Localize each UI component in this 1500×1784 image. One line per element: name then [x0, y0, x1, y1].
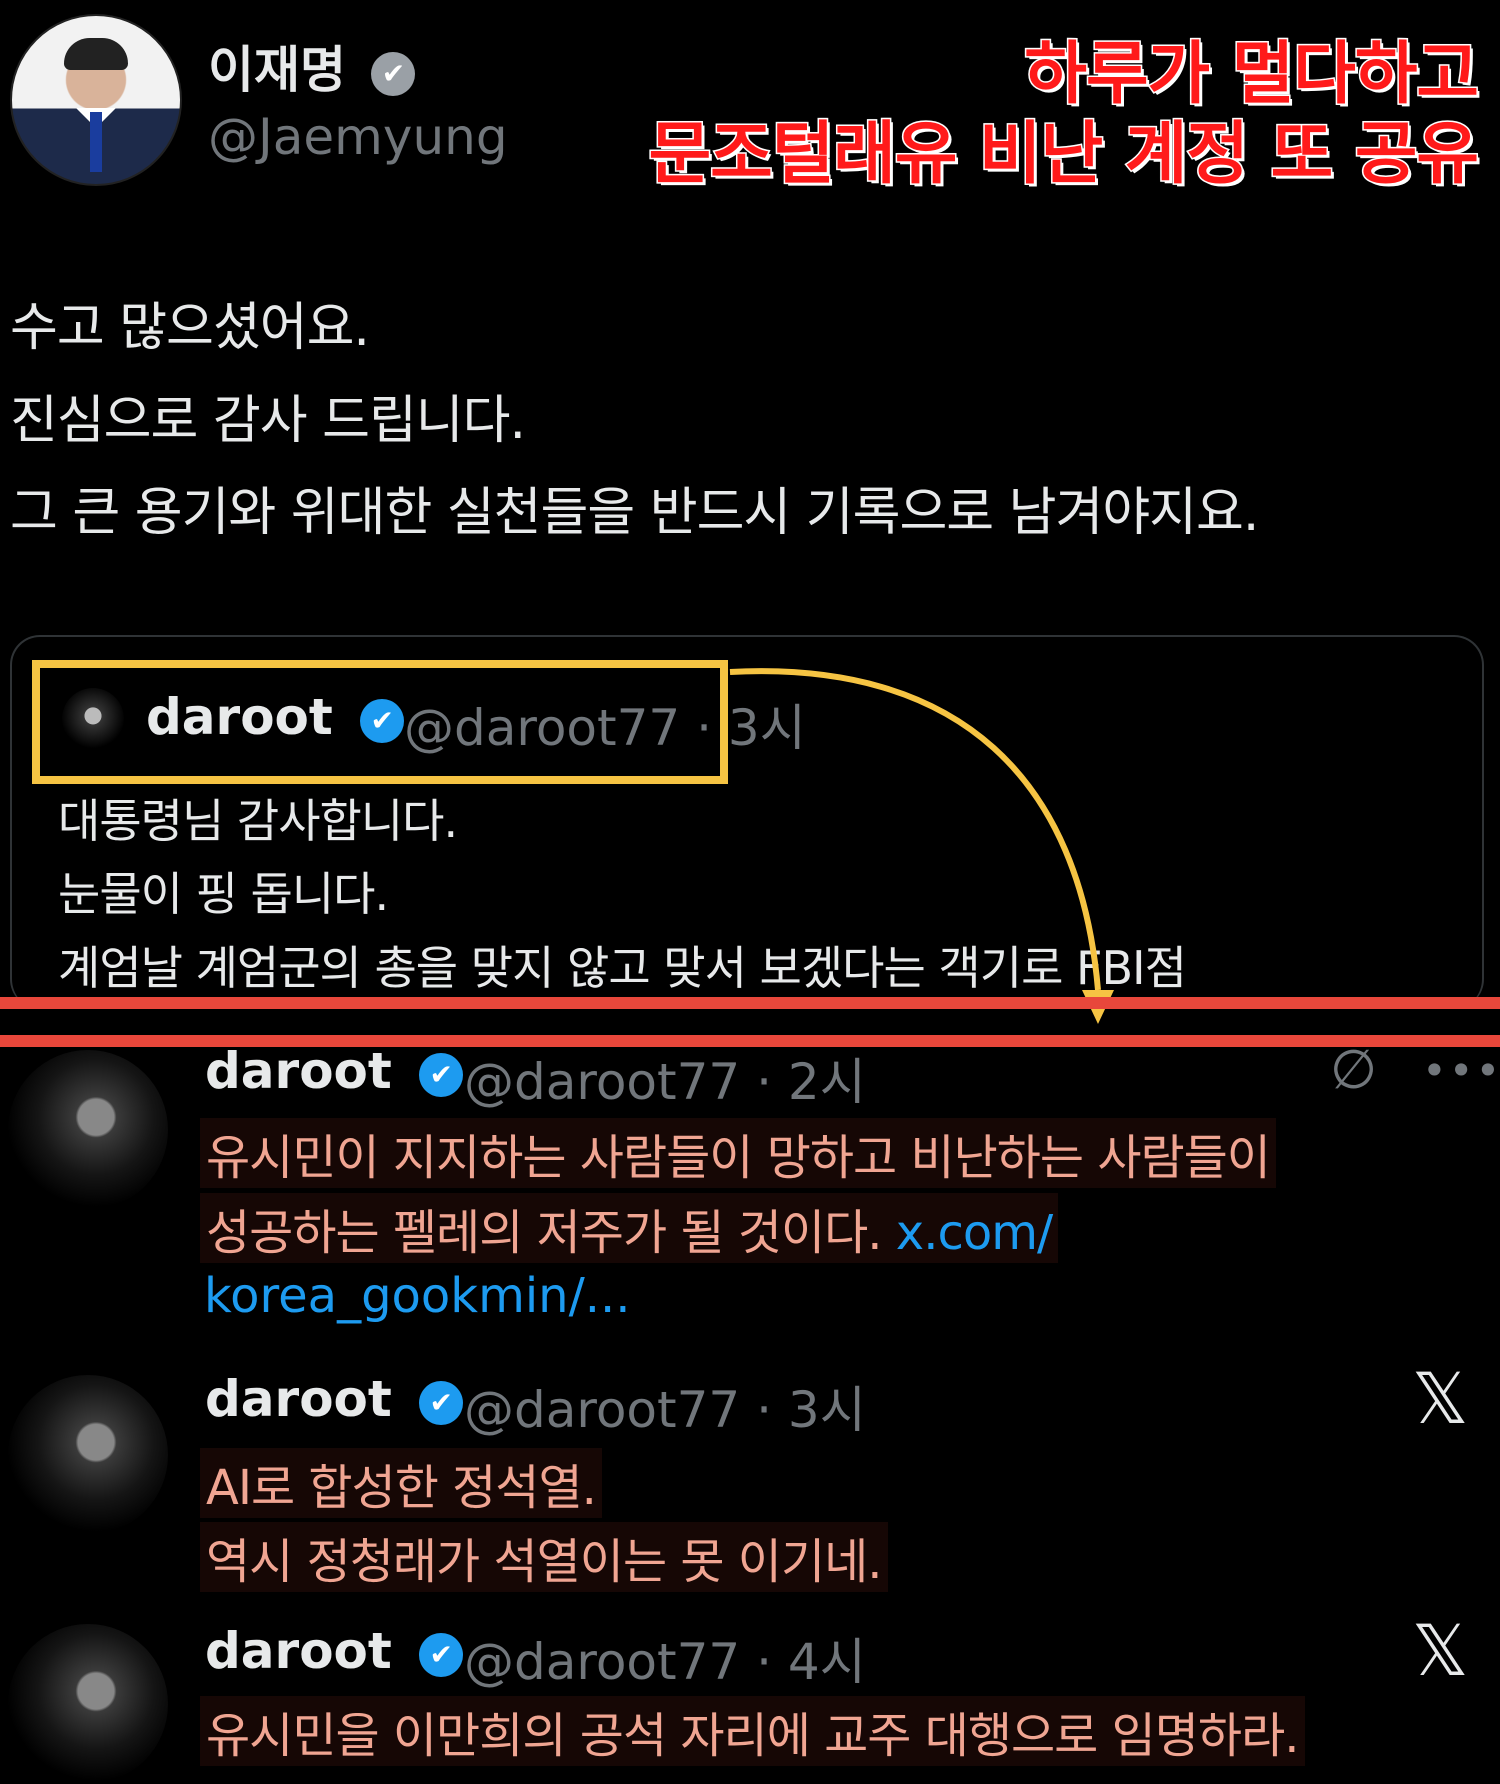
verified-icon: ✔ — [419, 1632, 464, 1677]
feed-avatar[interactable] — [8, 1624, 168, 1784]
feed-author-handle[interactable]: @daroot77 · 2시 — [464, 1042, 866, 1114]
verified-icon: ✔ — [419, 1380, 464, 1425]
tweet-link[interactable]: x.com/ — [896, 1205, 1053, 1261]
feed-author-handle[interactable]: @daroot77 · 4시 — [464, 1622, 866, 1694]
feed-text-line: 역시 정청래가 석열이는 못 이기네. — [200, 1522, 888, 1592]
feed-author-name-text: daroot — [205, 1370, 392, 1428]
tweet-link-continued[interactable]: korea_gookmin/... — [204, 1268, 631, 1324]
more-options-icon[interactable]: ••• — [1422, 1046, 1500, 1095]
grok-icon[interactable]: ∅ — [1330, 1038, 1377, 1101]
feed-author-handle[interactable]: @daroot77 · 3시 — [464, 1370, 866, 1442]
feed-author-name-text: daroot — [205, 1622, 392, 1680]
feed-author-name[interactable]: daroot ✔ — [205, 1370, 464, 1428]
divider-line-top — [0, 997, 1500, 1009]
verified-icon: ✔ — [419, 1052, 464, 1097]
feed-text-line: 유시민이 지지하는 사람들이 망하고 비난하는 사람들이 — [200, 1118, 1276, 1188]
feed-author-name[interactable]: daroot ✔ — [205, 1622, 464, 1680]
feed-text-line: AI로 합성한 정석열. — [200, 1448, 602, 1518]
feed-text-line: 유시민을 이만희의 공석 자리에 교주 대행으로 임명하라. — [200, 1696, 1305, 1766]
x-logo-icon[interactable]: 𝕏 — [1412, 1358, 1468, 1440]
arrow-curve — [729, 668, 1101, 991]
feed-text-segment: 성공하는 펠레의 저주가 될 것이다. — [206, 1205, 883, 1261]
feed-text-line: 성공하는 펠레의 저주가 될 것이다. x.com/ — [200, 1193, 1059, 1263]
feed-avatar[interactable] — [8, 1375, 168, 1535]
feed-avatar[interactable] — [8, 1050, 168, 1210]
x-logo-icon[interactable]: 𝕏 — [1412, 1610, 1468, 1692]
feed-author-name-text: daroot — [205, 1042, 392, 1100]
feed-author-name[interactable]: daroot ✔ — [205, 1042, 464, 1100]
